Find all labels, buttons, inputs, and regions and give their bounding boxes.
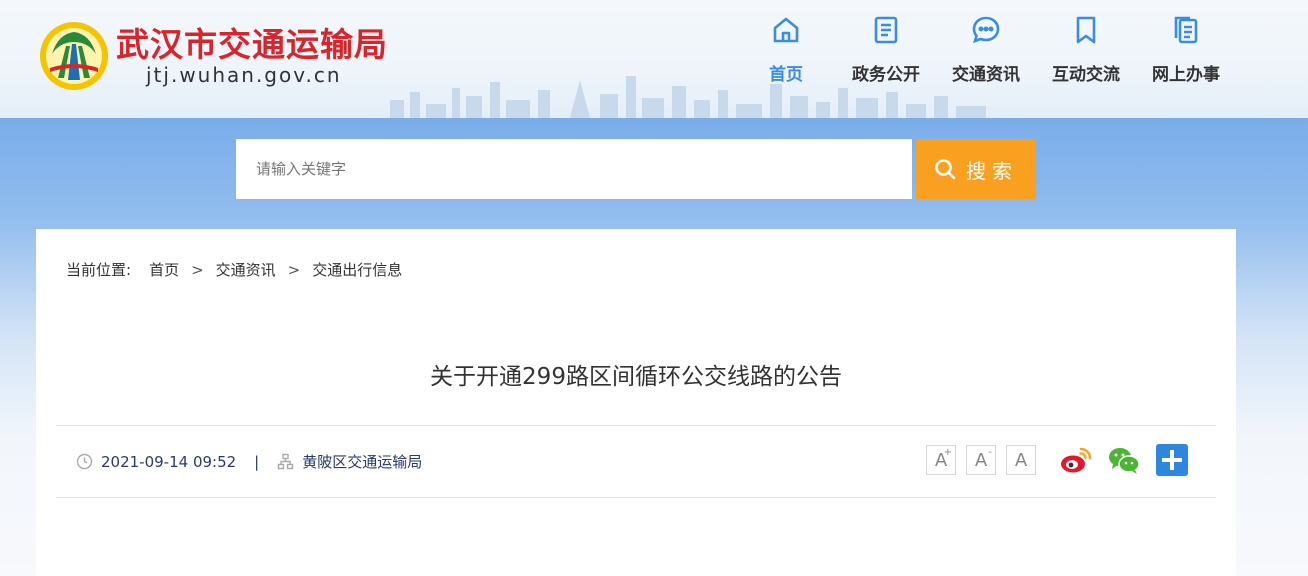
nav-item-online-services[interactable]: 网上办事 (1136, 14, 1236, 85)
chat-icon (972, 16, 1000, 44)
article-source: 黄陂区交通运输局 (302, 453, 423, 471)
site-domain: jtj.wuhan.gov.cn (146, 63, 342, 87)
nav-label-gov-affairs: 政务公开 (852, 65, 920, 85)
search-icon (935, 159, 956, 180)
title-divider (56, 425, 1216, 426)
share-weibo-button[interactable] (1058, 443, 1094, 477)
site-title[interactable]: 武汉市交通运输局 (116, 18, 388, 66)
article-meta: 2021-09-14 09:52 | 黄陂区交通运输局 (76, 451, 422, 472)
font-decrease-label: A (974, 449, 988, 471)
meta-separator: | (254, 452, 260, 471)
nav-item-home[interactable]: 首页 (736, 14, 836, 85)
breadcrumb-home[interactable]: 首页 (149, 259, 179, 280)
search-input[interactable] (236, 139, 912, 199)
breadcrumb-travel-info[interactable]: 交通出行信息 (312, 259, 402, 280)
publish-date: 2021-09-14 09:52 (101, 452, 237, 471)
share-more-button[interactable] (1154, 443, 1190, 477)
bookmark-icon (1076, 16, 1096, 44)
breadcrumb-separator: > (287, 260, 301, 279)
breadcrumb-separator: > (191, 260, 204, 279)
breadcrumb-traffic-news[interactable]: 交通资讯 (216, 259, 276, 280)
article-title: 关于开通299路区间循环公交线路的公告 (430, 364, 842, 390)
nav-label-home: 首页 (769, 65, 803, 85)
nav-label-online-services: 网上办事 (1152, 65, 1220, 85)
meta-divider (56, 497, 1216, 498)
article-card: 当前位置: 首页 > 交通资讯 > 交通出行信息 关于开通299路区间循环公交线… (36, 229, 1236, 576)
wechat-icon (1109, 448, 1140, 474)
search-button-label: 搜索 (966, 158, 1018, 183)
nav-item-gov-affairs[interactable]: 政务公开 (836, 14, 936, 85)
share-bar (1058, 443, 1202, 477)
breadcrumb: 当前位置: 首页 > 交通资讯 > 交通出行信息 (66, 259, 402, 280)
font-size-tools: A + A - A (926, 445, 1046, 475)
files-icon (1174, 16, 1198, 44)
font-increase-button[interactable]: A + (926, 445, 956, 475)
font-decrease-button[interactable]: A - (966, 445, 996, 475)
main-nav: 首页 政务公开 交通资讯 互动交流 网上办事 (736, 14, 1236, 85)
nav-label-interaction: 互动交流 (1052, 65, 1120, 85)
organization-icon (278, 453, 294, 470)
nav-item-interaction[interactable]: 互动交流 (1036, 14, 1136, 85)
font-reset-label: A (1014, 449, 1028, 471)
more-share-icon (1156, 444, 1188, 476)
font-reset-button[interactable]: A (1006, 445, 1036, 475)
weibo-icon (1061, 447, 1092, 473)
site-header: 武汉市交通运输局 jtj.wuhan.gov.cn 首页 政务公开 交通资讯 互… (0, 0, 1308, 118)
nav-label-traffic-news: 交通资讯 (952, 65, 1020, 85)
home-icon (773, 17, 799, 43)
font-decrease-sup: - (988, 447, 992, 458)
wuhan-emblem-icon[interactable] (38, 20, 110, 92)
font-increase-sup: + (943, 447, 952, 458)
share-wechat-button[interactable] (1106, 443, 1142, 477)
nav-item-traffic-news[interactable]: 交通资讯 (936, 14, 1036, 85)
document-icon (874, 16, 898, 44)
search-button[interactable]: 搜索 (916, 139, 1036, 199)
breadcrumb-prefix: 当前位置: (66, 261, 132, 279)
clock-icon (76, 453, 93, 470)
